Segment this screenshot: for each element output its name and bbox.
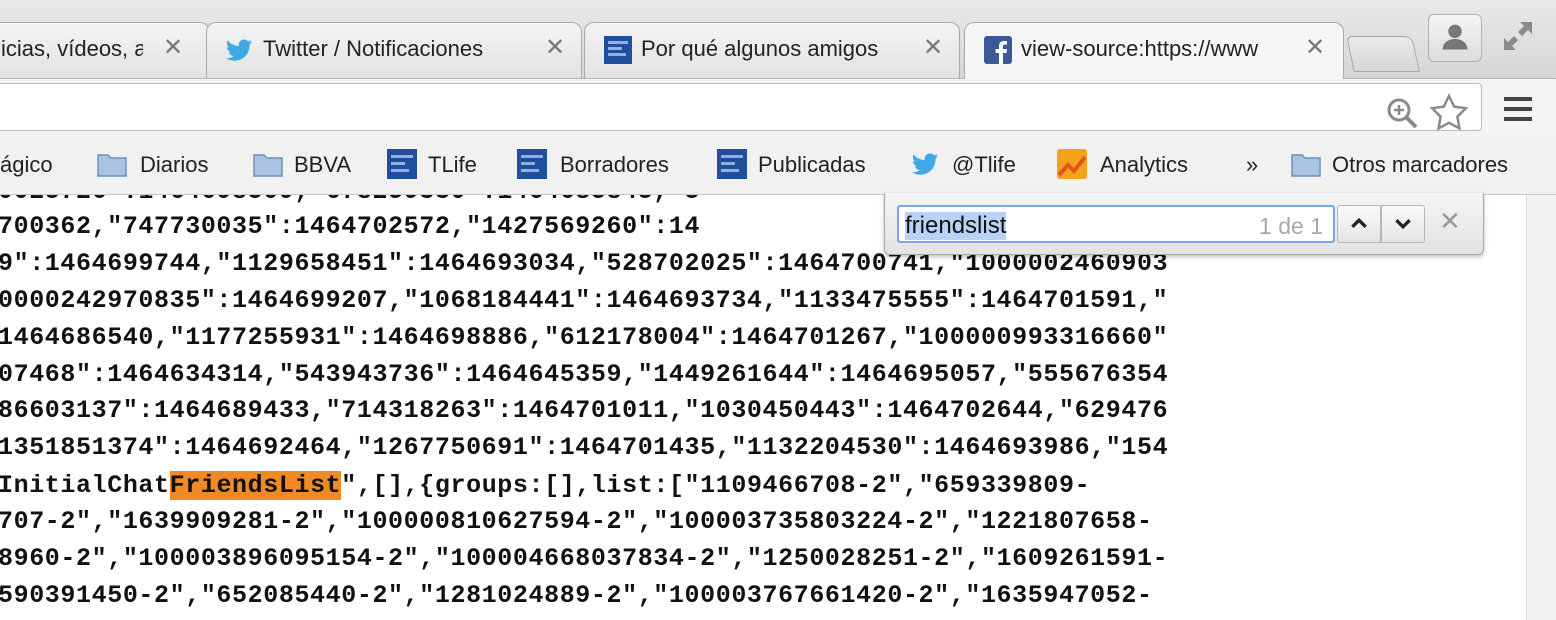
bookmark-star-icon[interactable] (1429, 93, 1469, 133)
facebook-icon (984, 36, 1012, 64)
profile-button[interactable] (1428, 14, 1482, 62)
tlife-icon (517, 149, 547, 179)
bookmark-label: @Tlife (952, 152, 1016, 177)
close-tab-icon[interactable]: ✕ (545, 33, 565, 61)
bookmark-label: TLife (428, 152, 477, 177)
find-previous-button[interactable] (1337, 205, 1381, 243)
twitter-icon (226, 39, 252, 61)
source-line: 1351851374":1464692464,"1267750691":1464… (0, 433, 1169, 462)
new-tab-button[interactable] (1346, 36, 1420, 72)
page-source-view[interactable]: 0025726":1464698509,"678259330":14646858… (0, 195, 1526, 620)
source-line: 0025726":1464698509,"678259330":14646858… (0, 195, 700, 213)
source-line: 707-2","1639909281-2","100000810627594-2… (0, 507, 1153, 536)
bookmarks-bar: ágico Diarios BBVA TLife Borradores Publ… (0, 136, 1556, 195)
source-line: 07468":1464634314,"543943736":1464645359… (0, 360, 1169, 389)
tab-view-source[interactable]: view-source:https://www ✕ (964, 22, 1344, 79)
tab-title: icias, vídeos, a (1, 36, 143, 61)
folder-icon (253, 154, 283, 177)
source-line: 590391450-2","652085440-2","1281024889-2… (0, 581, 1153, 610)
source-line: 1464686540,"1177255931":1464698886,"6121… (0, 323, 1169, 352)
source-line: 86603137":1464689433,"714318263":1464701… (0, 396, 1169, 425)
source-line: 8960-2","100003896095154-2","10000466803… (0, 544, 1169, 573)
folder-icon (1291, 154, 1321, 177)
source-text: InitialChat (0, 471, 170, 500)
bookmark-label: Borradores (560, 152, 669, 177)
find-next-button[interactable] (1381, 205, 1425, 243)
source-text: ",[],{groups:[],list:["1109466708-2","65… (341, 471, 1091, 500)
close-find-icon[interactable]: ✕ (1439, 207, 1461, 237)
tab-title: Twitter / Notificaciones (263, 36, 484, 61)
close-tab-icon[interactable]: ✕ (923, 33, 943, 61)
folder-icon (97, 154, 127, 177)
bookmark-label: Otros marcadores (1332, 152, 1509, 177)
menu-icon[interactable] (1500, 95, 1536, 123)
tab-twitter[interactable]: Twitter / Notificaciones ✕ (206, 22, 582, 78)
tab-title: Por qué algunos amigos (641, 36, 879, 61)
analytics-icon (1057, 149, 1087, 179)
bookmark-label: Publicadas (758, 152, 866, 177)
source-line: 700362,"747730035":1464702572,"142756926… (0, 212, 701, 241)
chevron-double-right-icon: » (1246, 152, 1259, 177)
tlife-icon (604, 36, 632, 64)
source-line: 0000242970835":1464699207,"1068184441":1… (0, 286, 1169, 315)
chevron-down-icon (1395, 219, 1411, 230)
tab-news[interactable]: icias, vídeos, a ✕ (0, 22, 210, 78)
close-tab-icon[interactable]: ✕ (163, 33, 183, 61)
zoom-icon[interactable] (1385, 96, 1419, 130)
tab-strip: icias, vídeos, a ✕ Twitter / Notificacio… (0, 0, 1556, 79)
vertical-scrollbar[interactable] (1526, 195, 1556, 620)
address-bar[interactable] (0, 83, 1482, 131)
close-tab-icon[interactable]: ✕ (1305, 33, 1325, 61)
find-input[interactable]: friendslist 1 de 1 (897, 205, 1335, 243)
fullscreen-icon[interactable] (1500, 18, 1536, 54)
find-query: friendslist (905, 212, 1007, 240)
tlife-icon (387, 149, 417, 179)
find-bar: friendslist 1 de 1 ✕ (884, 193, 1484, 255)
toolbar (0, 79, 1556, 136)
tab-title: view-source:https://www (1021, 36, 1259, 61)
find-match-count: 1 de 1 (1259, 213, 1323, 239)
search-match-highlight: FriendsList (169, 471, 342, 500)
tlife-icon (717, 149, 747, 179)
twitter-icon (912, 153, 938, 175)
person-icon (1442, 24, 1468, 50)
tab-tlife-article[interactable]: Por qué algunos amigos ✕ (584, 22, 960, 78)
source-line-match: InitialChatFriendsList",[],{groups:[],li… (0, 471, 1090, 507)
bookmark-label: ágico (0, 152, 53, 177)
bookmark-label: Analytics (1100, 152, 1189, 177)
bookmark-label: BBVA (294, 152, 352, 177)
chevron-up-icon (1351, 217, 1367, 229)
bookmark-label: Diarios (140, 152, 209, 177)
